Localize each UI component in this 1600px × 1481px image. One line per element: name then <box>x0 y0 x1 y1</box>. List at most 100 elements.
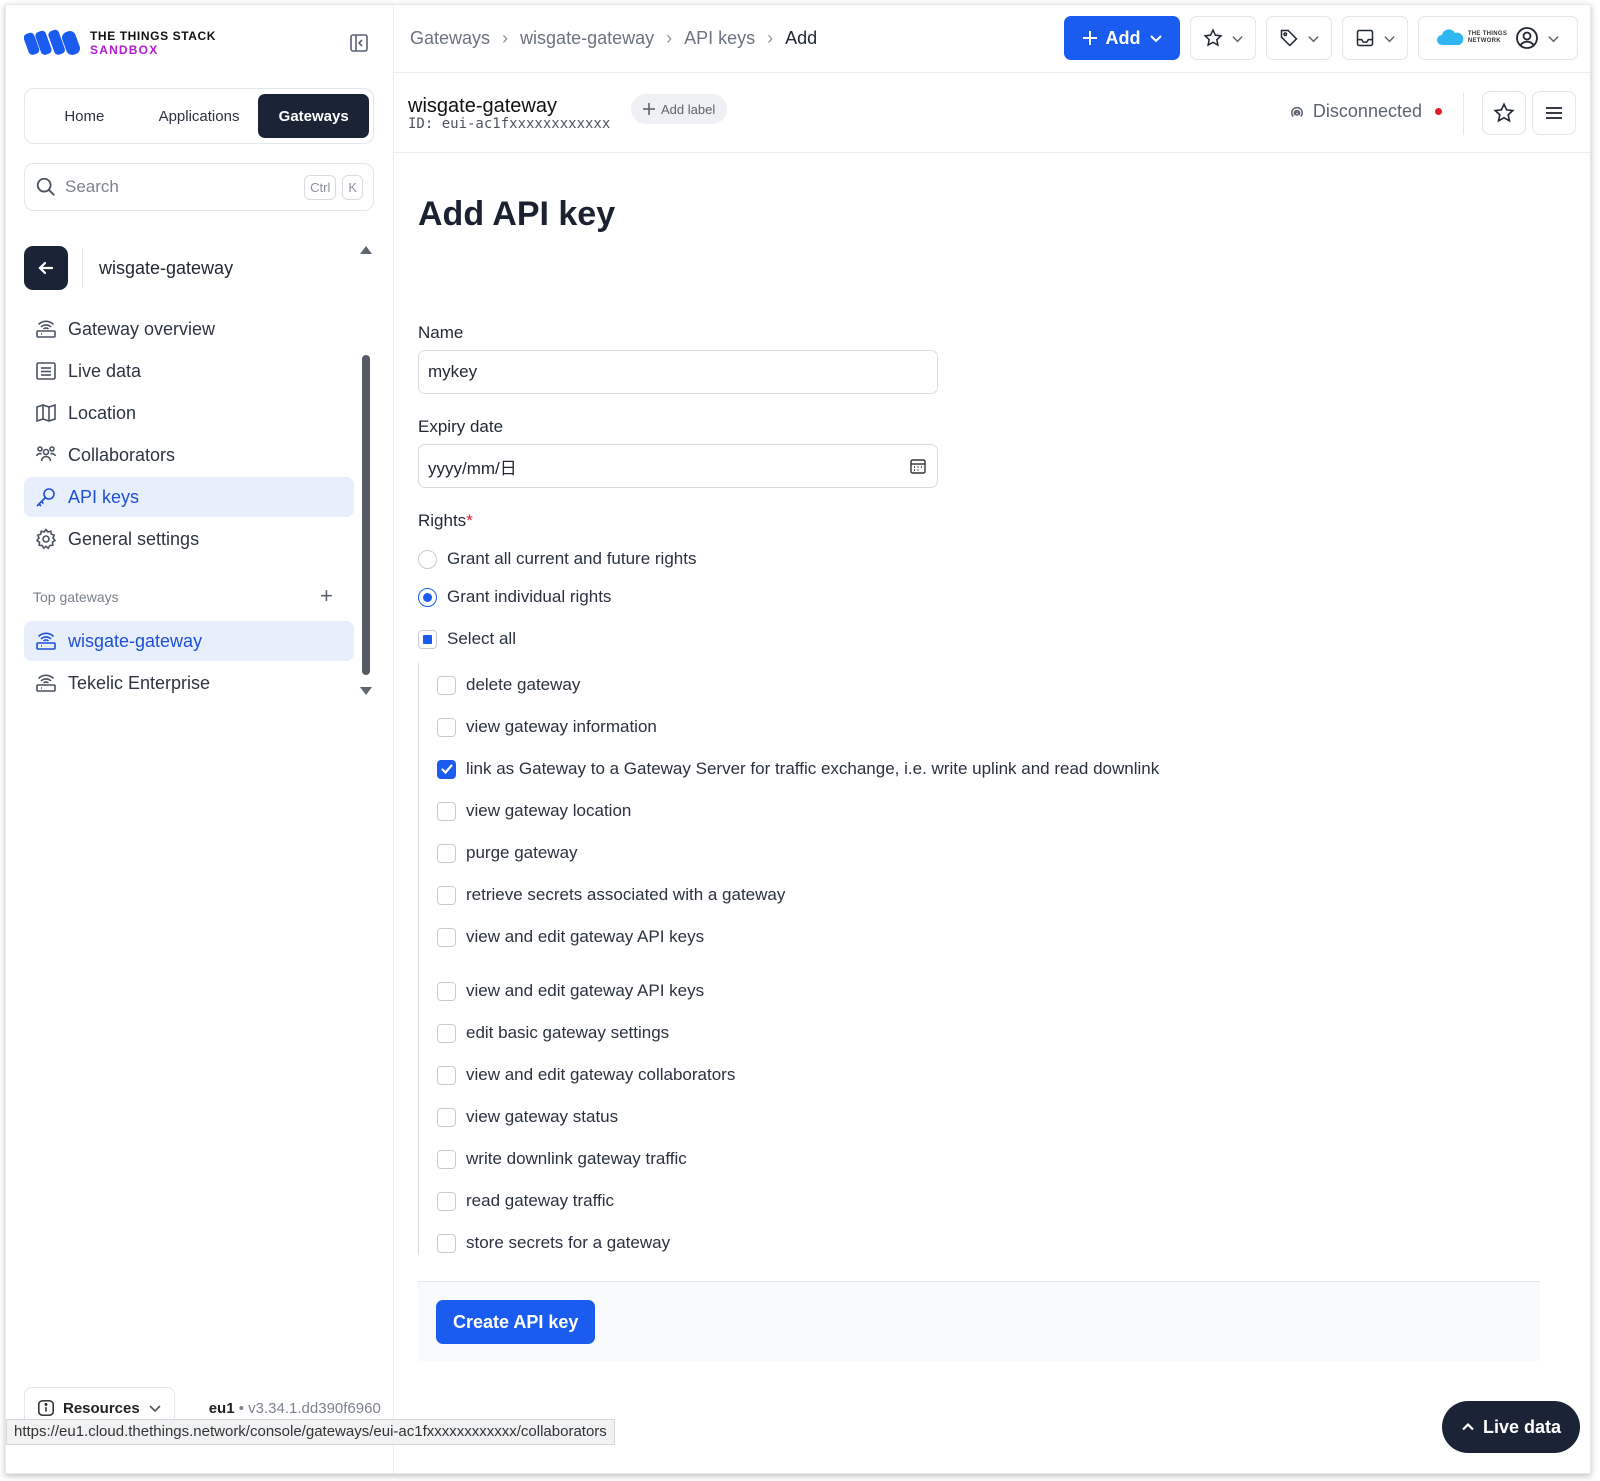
right-api-keys-2[interactable]: view and edit gateway API keys <box>437 981 704 1001</box>
breadcrumb-gateways[interactable]: Gateways <box>410 28 490 49</box>
tab-applications[interactable]: Applications <box>144 94 255 138</box>
brand-name: THE THINGS STACK <box>90 29 217 43</box>
scroll-down-arrow[interactable] <box>360 687 372 695</box>
expiry-date-label: Expiry date <box>418 417 504 436</box>
right-checkbox[interactable] <box>437 1023 456 1043</box>
app-window: THE THINGS STACK SANDBOX Home Applicatio… <box>5 4 1591 1474</box>
right-view-location[interactable]: view gateway location <box>437 801 631 821</box>
bookmarks-dropdown[interactable] <box>1190 16 1256 60</box>
right-checkbox[interactable] <box>437 1107 456 1127</box>
add-label: Add <box>1105 27 1141 48</box>
add-dropdown-button[interactable]: Add <box>1064 16 1180 60</box>
connection-status-label: Disconnected <box>1312 101 1422 121</box>
right-checkbox[interactable] <box>437 801 456 821</box>
right-label: delete gateway <box>466 675 581 694</box>
sidebar-item-label: Location <box>68 402 137 423</box>
sidebar-item-general-settings[interactable]: General settings <box>24 519 354 559</box>
kbd-ctrl: Ctrl <box>304 174 337 200</box>
form-submit-bar: Create API key <box>418 1281 1540 1361</box>
menu-button[interactable] <box>1532 91 1576 135</box>
sidebar-item-api-keys[interactable]: API keys <box>24 477 354 517</box>
right-checkbox[interactable] <box>437 675 456 695</box>
right-retrieve-secrets[interactable]: retrieve secrets associated with a gatew… <box>437 885 785 905</box>
tab-home[interactable]: Home <box>29 94 140 138</box>
right-link-gateway[interactable]: link as Gateway to a Gateway Server for … <box>437 759 1159 779</box>
breadcrumb-api-keys[interactable]: API keys <box>684 28 755 49</box>
users-icon <box>35 446 57 462</box>
select-all-checkbox[interactable] <box>418 629 437 649</box>
right-view-gateway-info[interactable]: view gateway information <box>437 717 657 737</box>
sidebar-item-label: wisgate-gateway <box>68 630 203 651</box>
hamburger-icon <box>1546 107 1562 119</box>
rights-label-text: Rights <box>418 511 467 530</box>
plus-icon <box>1082 31 1097 45</box>
right-checkbox[interactable] <box>437 981 456 1001</box>
brand-edition: SANDBOX <box>90 43 159 57</box>
name-field[interactable]: mykey <box>418 350 938 394</box>
collapse-sidebar-icon[interactable] <box>349 33 371 55</box>
right-delete-gateway[interactable]: delete gateway <box>437 675 580 695</box>
tab-gateways[interactable]: Gateways <box>258 94 370 138</box>
inbox-icon <box>1356 29 1373 47</box>
right-checkbox[interactable] <box>437 1065 456 1085</box>
sidebar-item-collaborators[interactable]: Collaborators <box>24 435 354 475</box>
right-checkbox[interactable] <box>437 1191 456 1211</box>
right-collaborators[interactable]: view and edit gateway collaborators <box>437 1065 735 1085</box>
inbox-dropdown[interactable] <box>1342 16 1408 60</box>
search-input[interactable]: Search Ctrl K <box>24 163 374 211</box>
right-read-traffic[interactable]: read gateway traffic <box>437 1191 614 1211</box>
sidebar-item-wisgate-gateway[interactable]: wisgate-gateway <box>24 621 354 661</box>
sidebar-item-label: Collaborators <box>68 444 176 465</box>
plus-icon[interactable]: + <box>320 583 333 609</box>
right-checkbox[interactable] <box>437 1233 456 1253</box>
right-checkbox[interactable] <box>437 717 456 737</box>
add-label-button[interactable]: Add label <box>631 94 728 124</box>
back-button[interactable] <box>24 246 68 290</box>
gateway-id: ID: eui-ac1fxxxxxxxxxxxx <box>408 116 611 132</box>
notifications-dropdown[interactable] <box>1266 16 1332 60</box>
create-api-key-button[interactable]: Create API key <box>436 1300 596 1344</box>
sidebar-item-gateway-overview[interactable]: Gateway overview <box>24 309 354 349</box>
signal-icon <box>1290 106 1303 117</box>
grant-all-radio[interactable] <box>418 549 437 569</box>
brand-logo[interactable]: THE THINGS STACK SANDBOX <box>24 27 216 59</box>
right-store-secrets[interactable]: store secrets for a gateway <box>437 1233 670 1253</box>
bookmark-button[interactable] <box>1482 91 1526 135</box>
sidebar-item-tekelic-enterprise[interactable]: Tekelic Enterprise <box>24 663 354 703</box>
cluster-label: eu1 <box>208 1399 235 1417</box>
sidebar-item-location[interactable]: Location <box>24 393 354 433</box>
right-checkbox[interactable] <box>437 927 456 947</box>
right-label: store secrets for a gateway <box>466 1233 671 1252</box>
top-actions: Add THE THINGS NETWORK <box>1064 16 1578 60</box>
live-data-button[interactable]: Live data <box>1442 1401 1580 1453</box>
sidebar-item-live-data[interactable]: Live data <box>24 351 354 391</box>
right-checkbox[interactable] <box>437 759 456 779</box>
right-checkbox[interactable] <box>437 1149 456 1169</box>
right-write-downlink[interactable]: write downlink gateway traffic <box>437 1149 687 1169</box>
grant-individual-option[interactable]: Grant individual rights <box>418 587 611 607</box>
right-purge-gateway[interactable]: purge gateway <box>437 843 578 863</box>
right-view-status[interactable]: view gateway status <box>437 1107 618 1127</box>
right-label: retrieve secrets associated with a gatew… <box>466 885 786 904</box>
sidebar-scrollbar[interactable] <box>362 355 370 675</box>
right-edit-basic-settings[interactable]: edit basic gateway settings <box>437 1023 669 1043</box>
right-api-keys[interactable]: view and edit gateway API keys <box>437 927 704 947</box>
calendar-icon[interactable] <box>909 457 927 475</box>
sidebar-item-label: Live data <box>68 360 142 381</box>
add-label-text: Add label <box>661 101 716 117</box>
select-all-option[interactable]: Select all <box>418 629 516 649</box>
name-value: mykey <box>428 362 478 381</box>
sidebar-item-label: General settings <box>68 528 200 549</box>
expiry-date-field[interactable]: yyyy/mm/日 <box>418 444 938 488</box>
right-checkbox[interactable] <box>437 843 456 863</box>
breadcrumb-gateway[interactable]: wisgate-gateway <box>520 28 654 49</box>
grant-individual-radio[interactable] <box>418 587 437 607</box>
right-checkbox[interactable] <box>437 885 456 905</box>
scroll-up-arrow[interactable] <box>360 246 372 254</box>
grant-all-option[interactable]: Grant all current and future rights <box>418 549 696 569</box>
map-icon <box>36 403 56 423</box>
account-dropdown[interactable]: THE THINGS NETWORK <box>1418 16 1578 60</box>
arrow-left-icon <box>38 261 54 275</box>
gateway-title: wisgate-gateway <box>408 95 557 117</box>
main-content: Add API key Name mykey Expiry date yyyy/… <box>394 153 1590 1473</box>
